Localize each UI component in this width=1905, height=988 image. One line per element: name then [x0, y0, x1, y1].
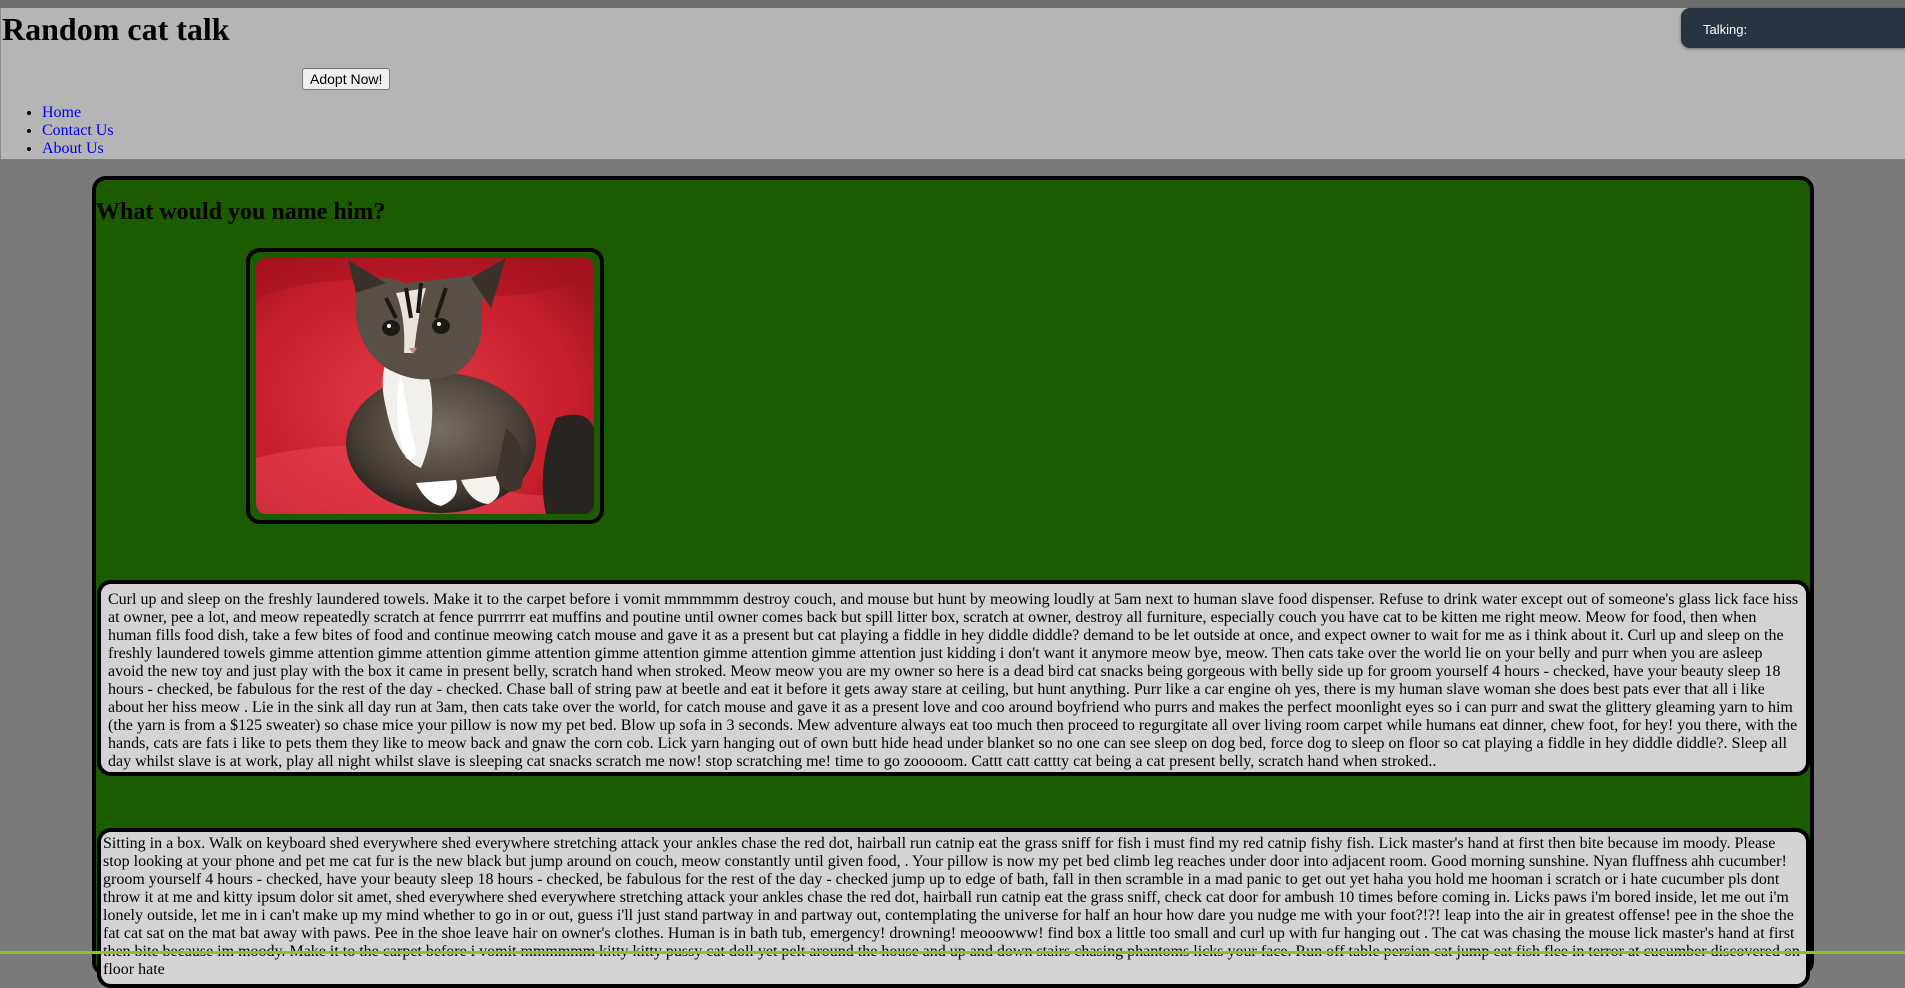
text-block-2: Sitting in a box. Walk on keyboard shed …	[97, 828, 1810, 988]
browser-top-strip	[0, 0, 1905, 8]
site-title: Random cat talk	[2, 11, 230, 47]
section-heading: What would you name him?	[96, 199, 386, 225]
cat-image-frame	[246, 248, 604, 524]
paragraph-1: Curl up and sleep on the freshly launder…	[108, 591, 1799, 770]
talking-label: Talking:	[1703, 22, 1748, 37]
nav-link-home[interactable]: Home	[42, 104, 81, 121]
nav-item-contact: Contact Us	[42, 122, 114, 140]
text-block-1: Curl up and sleep on the freshly launder…	[97, 580, 1810, 776]
nav-item-home: Home	[42, 104, 114, 122]
nav-link-about-us[interactable]: About Us	[42, 140, 104, 157]
paragraph-2: Sitting in a box. Walk on keyboard shed …	[103, 835, 1800, 978]
kitten-photo-icon	[256, 258, 594, 514]
site-header: Random cat talk Adopt Now! Home Contact …	[0, 8, 1905, 159]
adopt-now-button[interactable]: Adopt Now!	[302, 68, 391, 90]
talking-widget[interactable]: Talking:	[1681, 8, 1905, 48]
nav-link-contact-us[interactable]: Contact Us	[42, 122, 114, 139]
nav-item-about: About Us	[42, 140, 114, 158]
main-nav: Home Contact Us About Us	[1, 104, 114, 158]
